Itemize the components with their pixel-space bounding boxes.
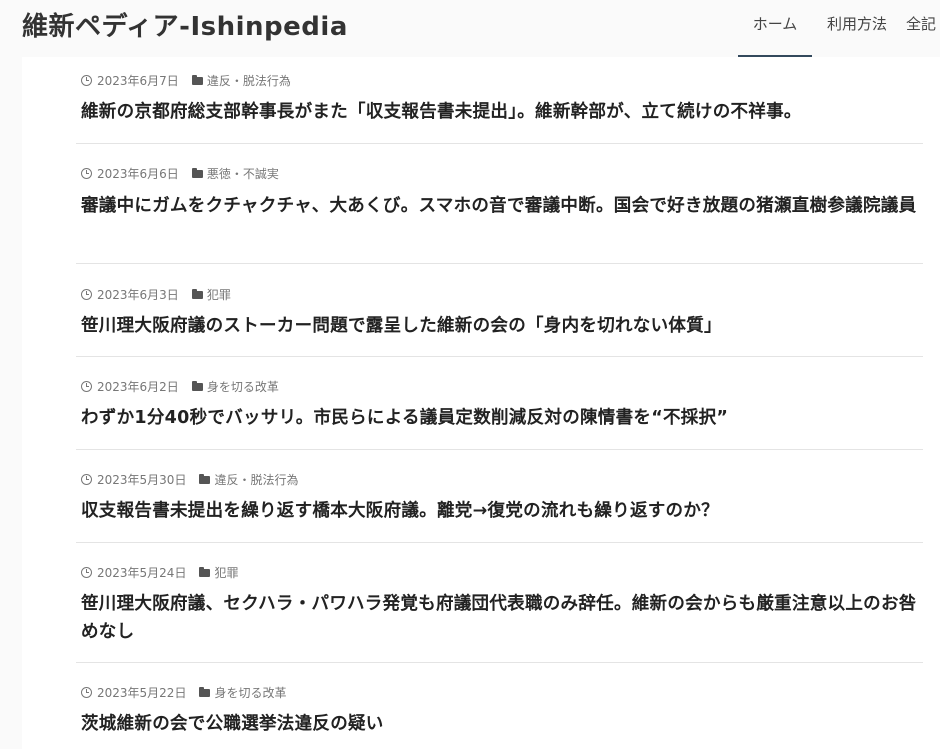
post-category[interactable]: 犯罪	[214, 564, 238, 581]
post-category[interactable]: 違反・脱法行為	[214, 471, 298, 488]
folder-icon	[191, 380, 203, 391]
post-title[interactable]: わずか1分40秒でバッサリ。市民らによる議員定数削減反対の陳情書を“不採択”	[81, 404, 923, 432]
post-date: 2023年5月24日	[97, 565, 187, 580]
post-item[interactable]: 2023年5月22日 身を切る改革 茨城維新の会で公職選挙法違反の疑い	[76, 663, 923, 749]
post-title[interactable]: 収支報告書未提出を繰り返す橋本大阪府議。離党→復党の流れも繰り返すのか？	[81, 497, 923, 525]
nav-item-all-articles[interactable]: 全記	[902, 0, 940, 57]
nav-item-home[interactable]: ホーム	[738, 0, 812, 57]
post-item[interactable]: 2023年5月30日 違反・脱法行為 収支報告書未提出を繰り返す橋本大阪府議。離…	[76, 450, 923, 543]
post-date: 2023年6月7日	[97, 73, 179, 88]
post-meta: 2023年6月2日 身を切る改革	[81, 378, 279, 394]
clock-icon	[81, 380, 92, 392]
site-title[interactable]: 維新ペディア-Ishinpedia	[22, 6, 348, 43]
clock-icon	[81, 74, 92, 86]
main-nav: ホーム 利用方法 全記	[738, 0, 940, 57]
post-meta: 2023年5月24日 犯罪	[81, 564, 238, 580]
clock-icon	[81, 566, 92, 578]
folder-icon	[199, 686, 211, 697]
post-category[interactable]: 悪徳・不誠実	[207, 165, 279, 182]
folder-icon	[199, 566, 211, 577]
post-meta: 2023年6月6日 悪徳・不誠実	[81, 165, 279, 181]
post-meta: 2023年5月30日 違反・脱法行為	[81, 471, 298, 487]
post-item[interactable]: 2023年6月7日 違反・脱法行為 維新の京都府総支部幹事長がまた「収支報告書未…	[76, 57, 923, 144]
post-item[interactable]: 2023年6月3日 犯罪 笹川理大阪府議のストーカー問題で露呈した維新の会の「身…	[76, 264, 923, 357]
post-category[interactable]: 犯罪	[207, 286, 231, 303]
post-title[interactable]: 笹川理大阪府議、セクハラ・パワハラ発覚も府議団代表職のみ辞任。維新の会からも厳重…	[81, 590, 923, 646]
folder-icon	[191, 167, 203, 178]
nav-item-usage[interactable]: 利用方法	[812, 0, 902, 57]
post-category[interactable]: 違反・脱法行為	[207, 72, 291, 89]
post-meta: 2023年6月7日 違反・脱法行為	[81, 72, 291, 88]
folder-icon	[191, 74, 203, 85]
folder-icon	[199, 473, 211, 484]
post-title[interactable]: 審議中にガムをクチャクチャ、大あくび。スマホの音で審議中断。国会で好き放題の猪瀬…	[81, 192, 923, 220]
post-meta: 2023年6月3日 犯罪	[81, 286, 231, 302]
clock-icon	[81, 473, 92, 485]
post-date: 2023年5月30日	[97, 472, 187, 487]
post-title[interactable]: 茨城維新の会で公職選挙法違反の疑い	[81, 710, 923, 738]
post-category[interactable]: 身を切る改革	[207, 378, 279, 395]
post-category[interactable]: 身を切る改革	[214, 684, 286, 701]
post-meta: 2023年5月22日 身を切る改革	[81, 684, 286, 700]
post-item[interactable]: 2023年6月2日 身を切る改革 わずか1分40秒でバッサリ。市民らによる議員定…	[76, 357, 923, 450]
post-title[interactable]: 笹川理大阪府議のストーカー問題で露呈した維新の会の「身内を切れない体質」	[81, 312, 923, 340]
post-date: 2023年5月22日	[97, 685, 187, 700]
clock-icon	[81, 167, 92, 179]
folder-icon	[191, 288, 203, 299]
post-list: 2023年6月7日 違反・脱法行為 維新の京都府総支部幹事長がまた「収支報告書未…	[22, 57, 940, 749]
clock-icon	[81, 686, 92, 698]
clock-icon	[81, 288, 92, 300]
post-item[interactable]: 2023年5月24日 犯罪 笹川理大阪府議、セクハラ・パワハラ発覚も府議団代表職…	[76, 543, 923, 663]
post-date: 2023年6月2日	[97, 379, 179, 394]
site-header: 維新ペディア-Ishinpedia ホーム 利用方法 全記	[0, 0, 940, 57]
post-item[interactable]: 2023年6月6日 悪徳・不誠実 審議中にガムをクチャクチャ、大あくび。スマホの…	[76, 144, 923, 264]
post-date: 2023年6月6日	[97, 166, 179, 181]
post-date: 2023年6月3日	[97, 287, 179, 302]
post-title[interactable]: 維新の京都府総支部幹事長がまた「収支報告書未提出」。維新幹部が、立て続けの不祥事…	[81, 98, 923, 126]
